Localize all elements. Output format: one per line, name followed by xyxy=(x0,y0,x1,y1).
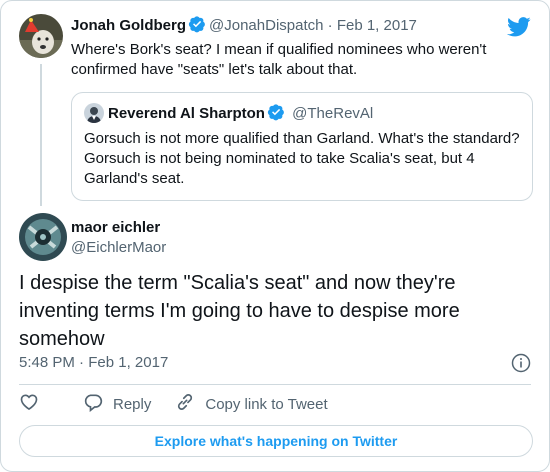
reply-icon xyxy=(83,392,113,416)
tweet-time: 5:48 PM xyxy=(19,354,75,371)
main-tweet-text: I despise the term "Scalia's seat" and n… xyxy=(19,272,460,350)
verified-badge-icon xyxy=(188,15,206,39)
parent-author-name[interactable]: Jonah Goldberg xyxy=(71,17,186,34)
tweet-embed-card: Jonah Goldberg @JonahDispatch · Feb 1, 20… xyxy=(0,0,550,472)
quoted-author-handle: @TheRevAl xyxy=(292,105,374,122)
avatar-al-sharpton[interactable] xyxy=(84,103,104,123)
copy-link-label: Copy link to Tweet xyxy=(205,395,328,413)
main-author-name[interactable]: maor eichler xyxy=(71,218,160,238)
tweet-date: Feb 1, 2017 xyxy=(88,354,169,371)
quoted-tweet[interactable]: Reverend Al Sharpton @TheRevAl Gorsuch i… xyxy=(71,92,533,201)
dot-separator: · xyxy=(79,354,85,371)
divider xyxy=(19,384,531,385)
tweet-actions: Reply Copy link to Tweet xyxy=(19,393,352,415)
thread-line xyxy=(40,64,42,206)
heart-icon xyxy=(19,392,49,416)
reply-button[interactable]: Reply xyxy=(83,392,151,416)
twitter-bird-icon[interactable] xyxy=(507,17,531,42)
parent-author-handle[interactable]: @JonahDispatch xyxy=(209,17,323,34)
verified-badge-icon xyxy=(267,103,285,127)
like-button[interactable] xyxy=(19,392,49,416)
quoted-author-name: Reverend Al Sharpton xyxy=(108,105,265,122)
info-icon[interactable] xyxy=(511,353,531,378)
parent-tweet-text: Where's Bork's seat? I mean if qualified… xyxy=(71,41,487,78)
link-icon xyxy=(175,392,205,416)
reply-label: Reply xyxy=(113,395,152,413)
quoted-tweet-text: Gorsuch is not more qualified than Garla… xyxy=(84,130,520,187)
copy-link-button[interactable]: Copy link to Tweet xyxy=(175,392,328,416)
quoted-tweet-header: Reverend Al Sharpton @TheRevAl xyxy=(84,103,373,127)
tweet-timestamp[interactable]: 5:48 PM · Feb 1, 2017 xyxy=(19,353,168,373)
avatar-jonah-goldberg[interactable] xyxy=(19,14,63,58)
parent-tweet-header: Jonah Goldberg @JonahDispatch · Feb 1, 20… xyxy=(71,15,417,39)
parent-tweet-date[interactable]: Feb 1, 2017 xyxy=(337,17,417,34)
explore-twitter-button[interactable]: Explore what's happening on Twitter xyxy=(19,425,533,457)
avatar-maor-eichler[interactable] xyxy=(19,213,67,261)
dot-separator: · xyxy=(327,17,333,34)
main-author-handle[interactable]: @EichlerMaor xyxy=(71,238,166,258)
